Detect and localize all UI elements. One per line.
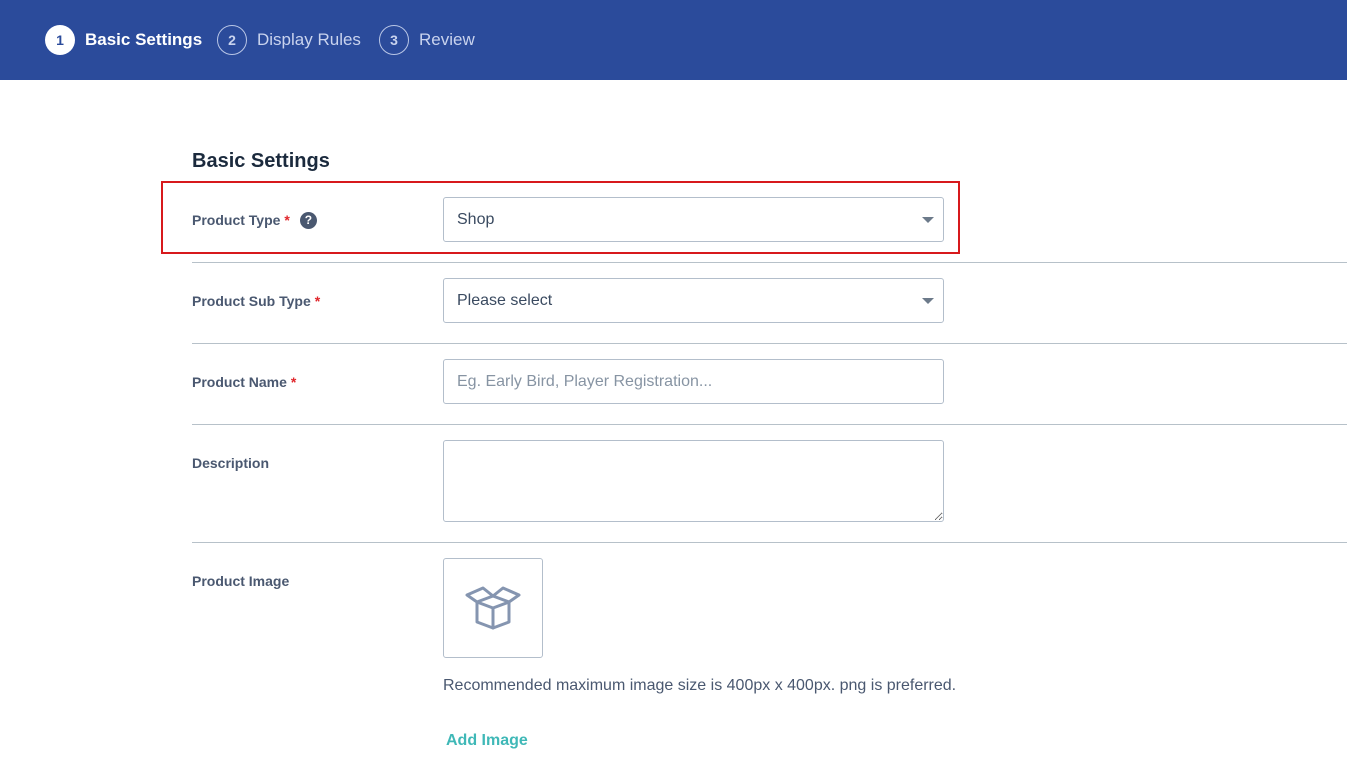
product-name-label-text: Product Name [192, 374, 287, 390]
description-textarea[interactable] [443, 440, 944, 522]
box-icon [465, 586, 521, 630]
product-type-select[interactable]: Shop [443, 197, 944, 242]
step-number: 3 [379, 25, 409, 55]
step-label: Display Rules [257, 30, 361, 49]
chevron-down-icon [922, 298, 934, 304]
divider [192, 262, 1347, 263]
product-image-placeholder[interactable] [443, 558, 543, 658]
product-type-label-text: Product Type [192, 212, 281, 228]
product-image-label: Product Image [192, 571, 289, 591]
divider [192, 343, 1347, 344]
step-label: Basic Settings [85, 30, 203, 49]
step-number: 2 [217, 25, 247, 55]
required-marker: * [314, 293, 321, 309]
product-sub-type-value: Please select [457, 291, 553, 309]
step-display-rules[interactable]: 2 Display Rules [217, 25, 361, 55]
product-name-label: Product Name * [192, 372, 296, 392]
product-sub-type-label-text: Product Sub Type [192, 293, 311, 309]
chevron-down-icon [922, 217, 934, 223]
description-label-text: Description [192, 455, 270, 471]
divider [192, 424, 1347, 425]
step-basic-settings[interactable]: 1 Basic Settings [45, 25, 202, 55]
image-size-hint: Recommended maximum image size is 400px … [443, 677, 957, 694]
page-title: Basic Settings [192, 150, 330, 172]
step-review[interactable]: 3 Review [379, 25, 475, 55]
product-type-label: Product Type * ? [192, 210, 317, 230]
required-marker: * [290, 374, 297, 390]
required-marker: * [284, 212, 290, 228]
divider [192, 542, 1347, 543]
product-image-label-text: Product Image [192, 573, 290, 589]
product-sub-type-label: Product Sub Type * [192, 291, 320, 311]
step-number: 1 [45, 25, 75, 55]
product-type-value: Shop [457, 210, 495, 228]
add-image-link[interactable]: Add Image [446, 732, 528, 750]
product-name-field[interactable] [443, 359, 944, 404]
question-circle-icon[interactable]: ? [299, 211, 317, 229]
product-name-input[interactable] [457, 372, 930, 391]
step-label: Review [419, 30, 475, 49]
product-sub-type-select[interactable]: Please select [443, 278, 944, 323]
stepper-header: 1 Basic Settings 2 Display Rules 3 Revie… [0, 0, 1347, 80]
description-label: Description [192, 453, 269, 473]
